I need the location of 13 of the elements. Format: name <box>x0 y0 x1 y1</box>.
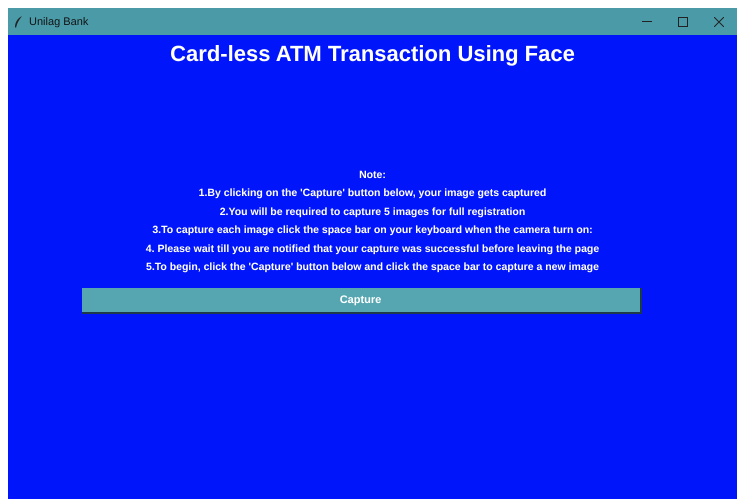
minimize-icon <box>642 20 652 22</box>
capture-button[interactable]: Capture <box>82 288 642 314</box>
page-heading: Card-less ATM Transaction Using Face <box>170 41 575 67</box>
note-line: 1.By clicking on the 'Capture' button below, your image gets captured <box>198 186 546 202</box>
note-line: 4. Please wait till you are notified that your capture was successful before leaving the page <box>146 242 600 257</box>
maximize-icon <box>678 16 688 26</box>
note-title: Note: <box>359 168 386 183</box>
note-line: 2.You will be required to capture 5 images for full registration <box>220 204 526 220</box>
close-icon <box>714 16 724 26</box>
note-line: 5.To begin, click the 'Capture' button below and click the space bar to capture a new image <box>146 260 599 276</box>
note-line: 3.To capture each image click the space bar on your keyboard when the camera turn on: <box>152 223 593 238</box>
feather-icon <box>14 16 23 28</box>
window-title: Unilag Bank <box>29 16 90 28</box>
